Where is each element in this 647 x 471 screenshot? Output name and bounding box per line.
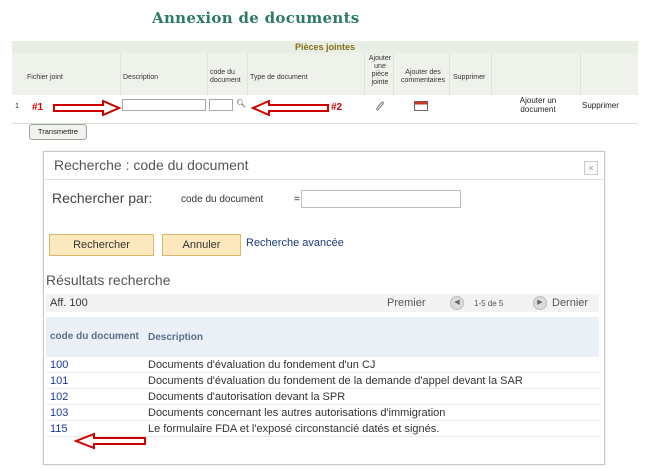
section-title: Pièces jointes [294, 42, 356, 52]
last-page-link[interactable]: Dernier [552, 297, 588, 309]
search-field-label: code du document [181, 194, 264, 205]
section-header: Pièces jointes [12, 41, 638, 53]
search-input[interactable] [301, 190, 461, 208]
annotation-2: #2 [331, 102, 343, 113]
search-icon[interactable]: 🔍︎ [236, 99, 246, 108]
col-description: Description [123, 74, 159, 81]
page-count: 1-5 de 5 [474, 299, 504, 308]
comment-icon[interactable] [414, 101, 428, 111]
dialog-title: Recherche : code du document [54, 157, 249, 173]
col-supprimer: Supprimer [453, 74, 486, 81]
row-code[interactable]: 103 [46, 404, 144, 421]
col-ajouter-commentaires: Ajouter des commentaires [401, 69, 445, 84]
transmettre-button[interactable]: Transmettre [29, 124, 87, 140]
annotation-1: #1 [32, 102, 44, 113]
col-code-document: code du document [210, 69, 241, 84]
table-row[interactable]: 101 Documents d'évaluation du fondement … [46, 372, 599, 389]
code-document-input[interactable] [209, 99, 233, 111]
search-dialog: Recherche : code du document × Recherche… [43, 151, 605, 465]
table-row[interactable]: 102 Documents d'autorisation devant la S… [46, 388, 599, 405]
search-by-label: Rechercher par: [52, 190, 153, 206]
results-toolbar: Aff. 100 Premier ◀ 1-5 de 5 ▶ Dernier [46, 294, 599, 312]
red-arrow-icon [251, 100, 329, 116]
delete-link[interactable]: Supprimer [582, 101, 619, 110]
col-description-header: Description [144, 317, 599, 357]
row-description[interactable]: Le formulaire FDA et l'exposé circonstan… [144, 420, 599, 437]
display-count: Aff. 100 [50, 297, 88, 309]
col-ajouter-piece: Ajouter une pièce jointe [368, 55, 392, 86]
col-code-header: code du document [46, 317, 144, 357]
page-title: Annexion de documents [152, 9, 360, 27]
results-table: code du document Description 100 Documen… [46, 317, 599, 437]
row-code[interactable]: 102 [46, 388, 144, 405]
next-page-icon[interactable]: ▶ [533, 296, 547, 310]
red-arrow-icon [53, 100, 121, 116]
paperclip-icon[interactable] [374, 100, 386, 112]
add-document-link[interactable]: Ajouter un document [503, 96, 573, 114]
table-row[interactable]: 100 Documents d'évaluation du fondement … [46, 357, 599, 373]
red-arrow-icon [74, 432, 146, 450]
attachments-table-header: Fichier joint Description code du docume… [12, 53, 638, 95]
table-row[interactable]: 103 Documents concernant les autres auto… [46, 404, 599, 421]
col-type-document: Type de document [250, 74, 308, 81]
row-description[interactable]: Documents d'évaluation du fondement d'un… [144, 357, 599, 373]
advanced-search-link[interactable]: Recherche avancée [246, 237, 344, 249]
search-button[interactable]: Rechercher [49, 234, 154, 256]
col-fichier-joint: Fichier joint [27, 74, 63, 81]
cancel-button[interactable]: Annuler [162, 234, 241, 256]
prev-page-icon[interactable]: ◀ [450, 296, 464, 310]
first-page-link[interactable]: Premier [387, 297, 426, 309]
row-description[interactable]: Documents concernant les autres autorisa… [144, 404, 599, 421]
attachments-panel: Annexion de documents Pièces jointes Fic… [10, 6, 638, 148]
row-description[interactable]: Documents d'autorisation devant la SPR [144, 388, 599, 405]
row-number: 1 [15, 103, 19, 110]
row-code[interactable]: 100 [46, 357, 144, 373]
close-icon[interactable]: × [584, 161, 598, 175]
search-operator: = [294, 194, 300, 205]
results-title: Résultats recherche [46, 272, 171, 288]
row-code[interactable]: 101 [46, 372, 144, 389]
row-description[interactable]: Documents d'évaluation du fondement de l… [144, 372, 599, 389]
description-input[interactable] [122, 99, 206, 111]
